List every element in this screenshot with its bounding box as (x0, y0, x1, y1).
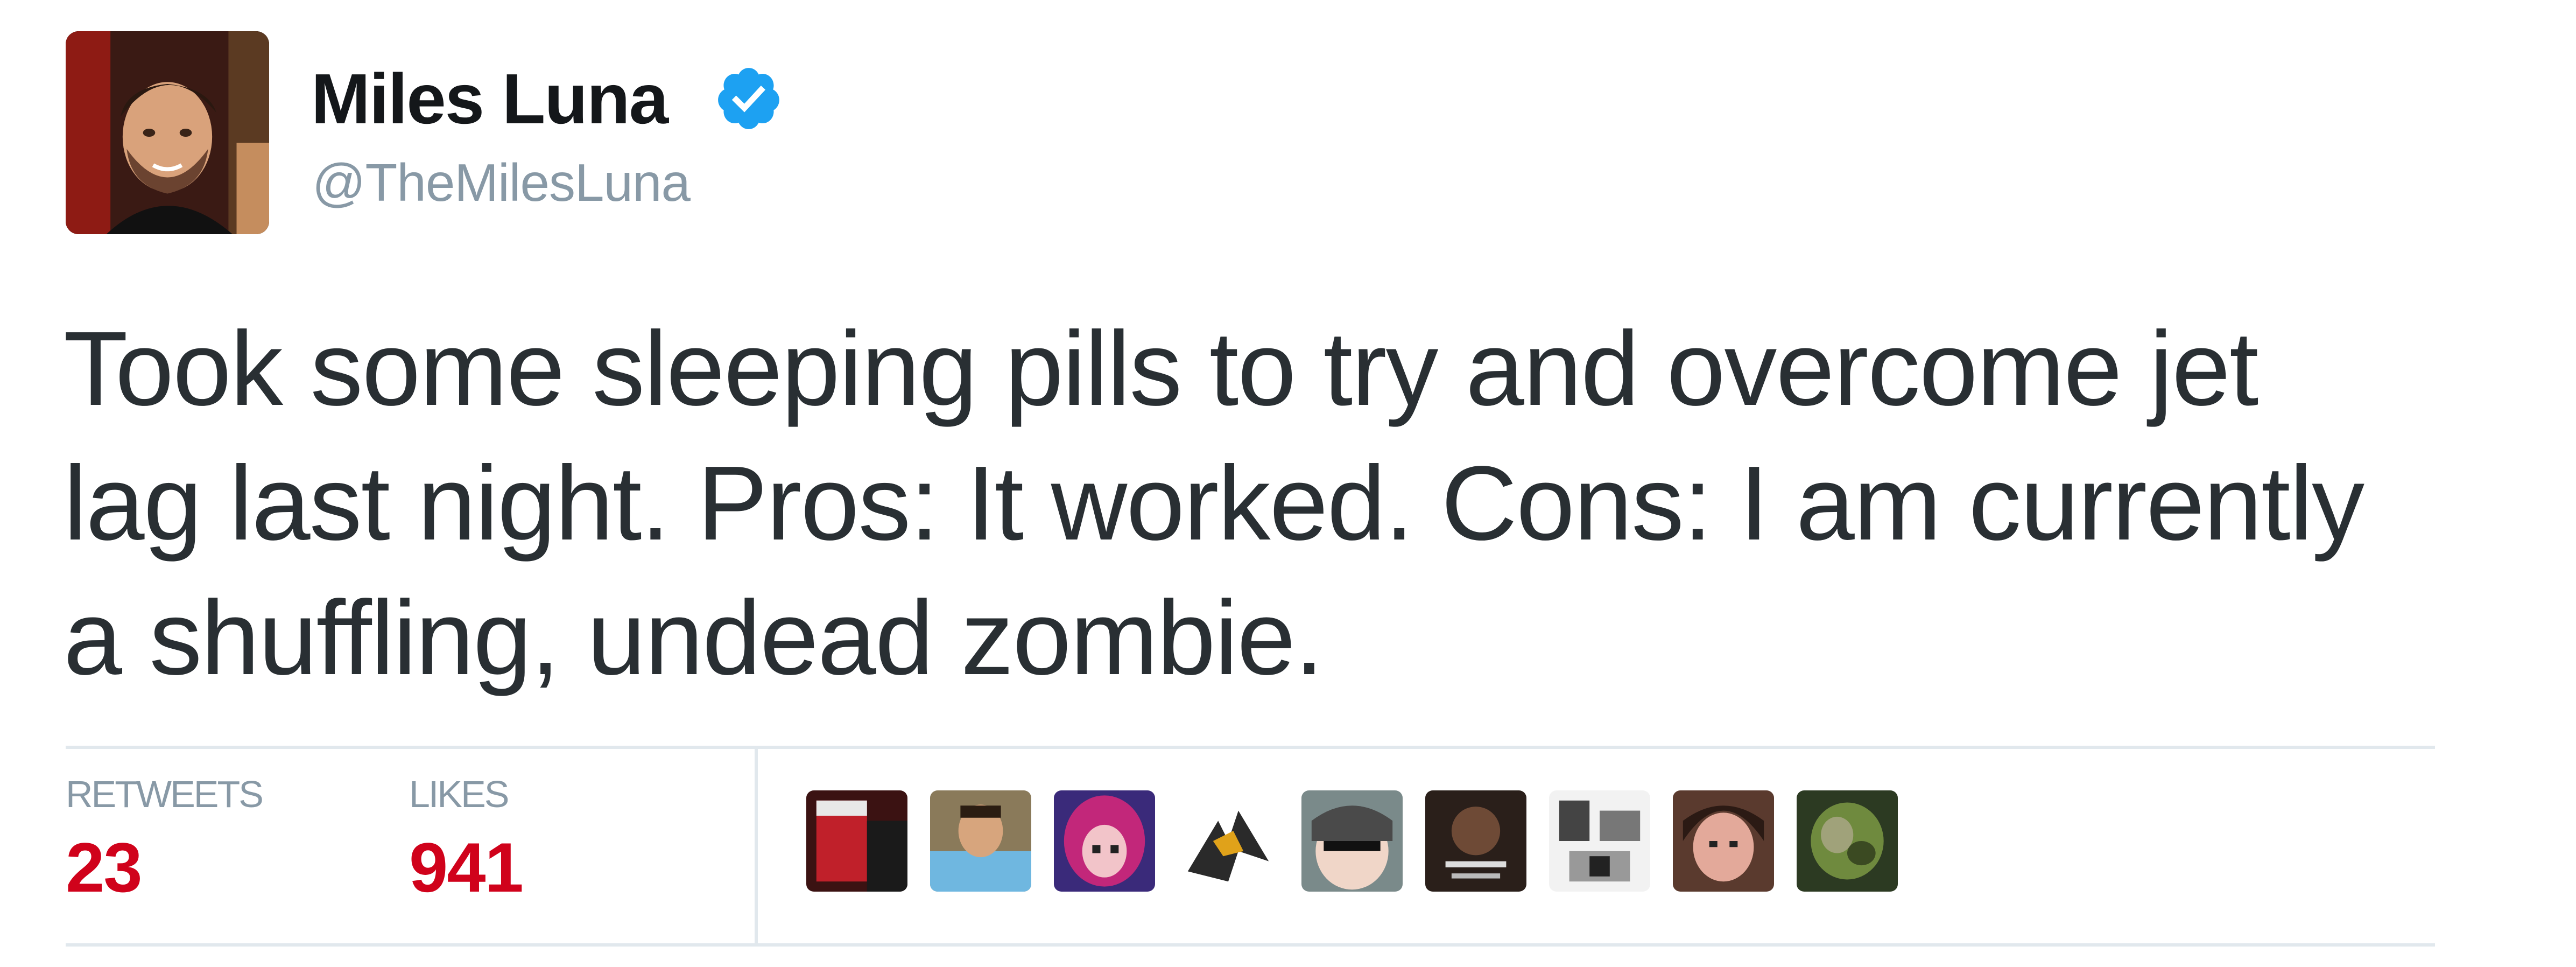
liker-avatar[interactable] (1673, 790, 1774, 892)
retweets-label: RETWEETS (66, 773, 264, 815)
likes-label: LIKES (409, 773, 509, 815)
stats-divider-top (66, 746, 2435, 749)
liker-avatar[interactable] (930, 790, 1031, 892)
tweet-text-line: a shuffling, undead zombie. (64, 579, 1324, 697)
liker-avatar[interactable] (1425, 790, 1526, 892)
author-avatar[interactable] (66, 31, 269, 234)
likes-stat[interactable]: LIKES 941 (409, 773, 524, 907)
tweet-text-line: lag last night. Pros: It worked. Cons: I… (64, 444, 2364, 562)
tweet-card: Miles Luna @TheMilesLuna Took some sleep… (0, 0, 2576, 967)
retweets-count: 23 (66, 828, 143, 907)
author-avatar-image (66, 31, 269, 234)
verified-badge-icon (718, 68, 779, 129)
liker-avatar[interactable] (1797, 790, 1898, 892)
likes-count: 941 (409, 828, 524, 907)
liker-avatar[interactable] (1549, 790, 1650, 892)
liker-avatar[interactable] (1178, 790, 1279, 892)
liker-avatar[interactable] (1054, 790, 1155, 892)
tweet-text-line: Took some sleeping pills to try and over… (64, 310, 2258, 428)
liker-avatar[interactable] (806, 790, 907, 892)
retweets-stat[interactable]: RETWEETS 23 (66, 773, 264, 907)
tweet-text: Took some sleeping pills to try and over… (64, 302, 2486, 705)
author-handle[interactable]: @TheMilesLuna (312, 156, 691, 209)
stats-divider-vertical (755, 749, 758, 943)
liker-avatar[interactable] (1301, 790, 1403, 892)
author-display-name[interactable]: Miles Luna (311, 64, 668, 135)
stats-divider-bottom (66, 943, 2435, 947)
